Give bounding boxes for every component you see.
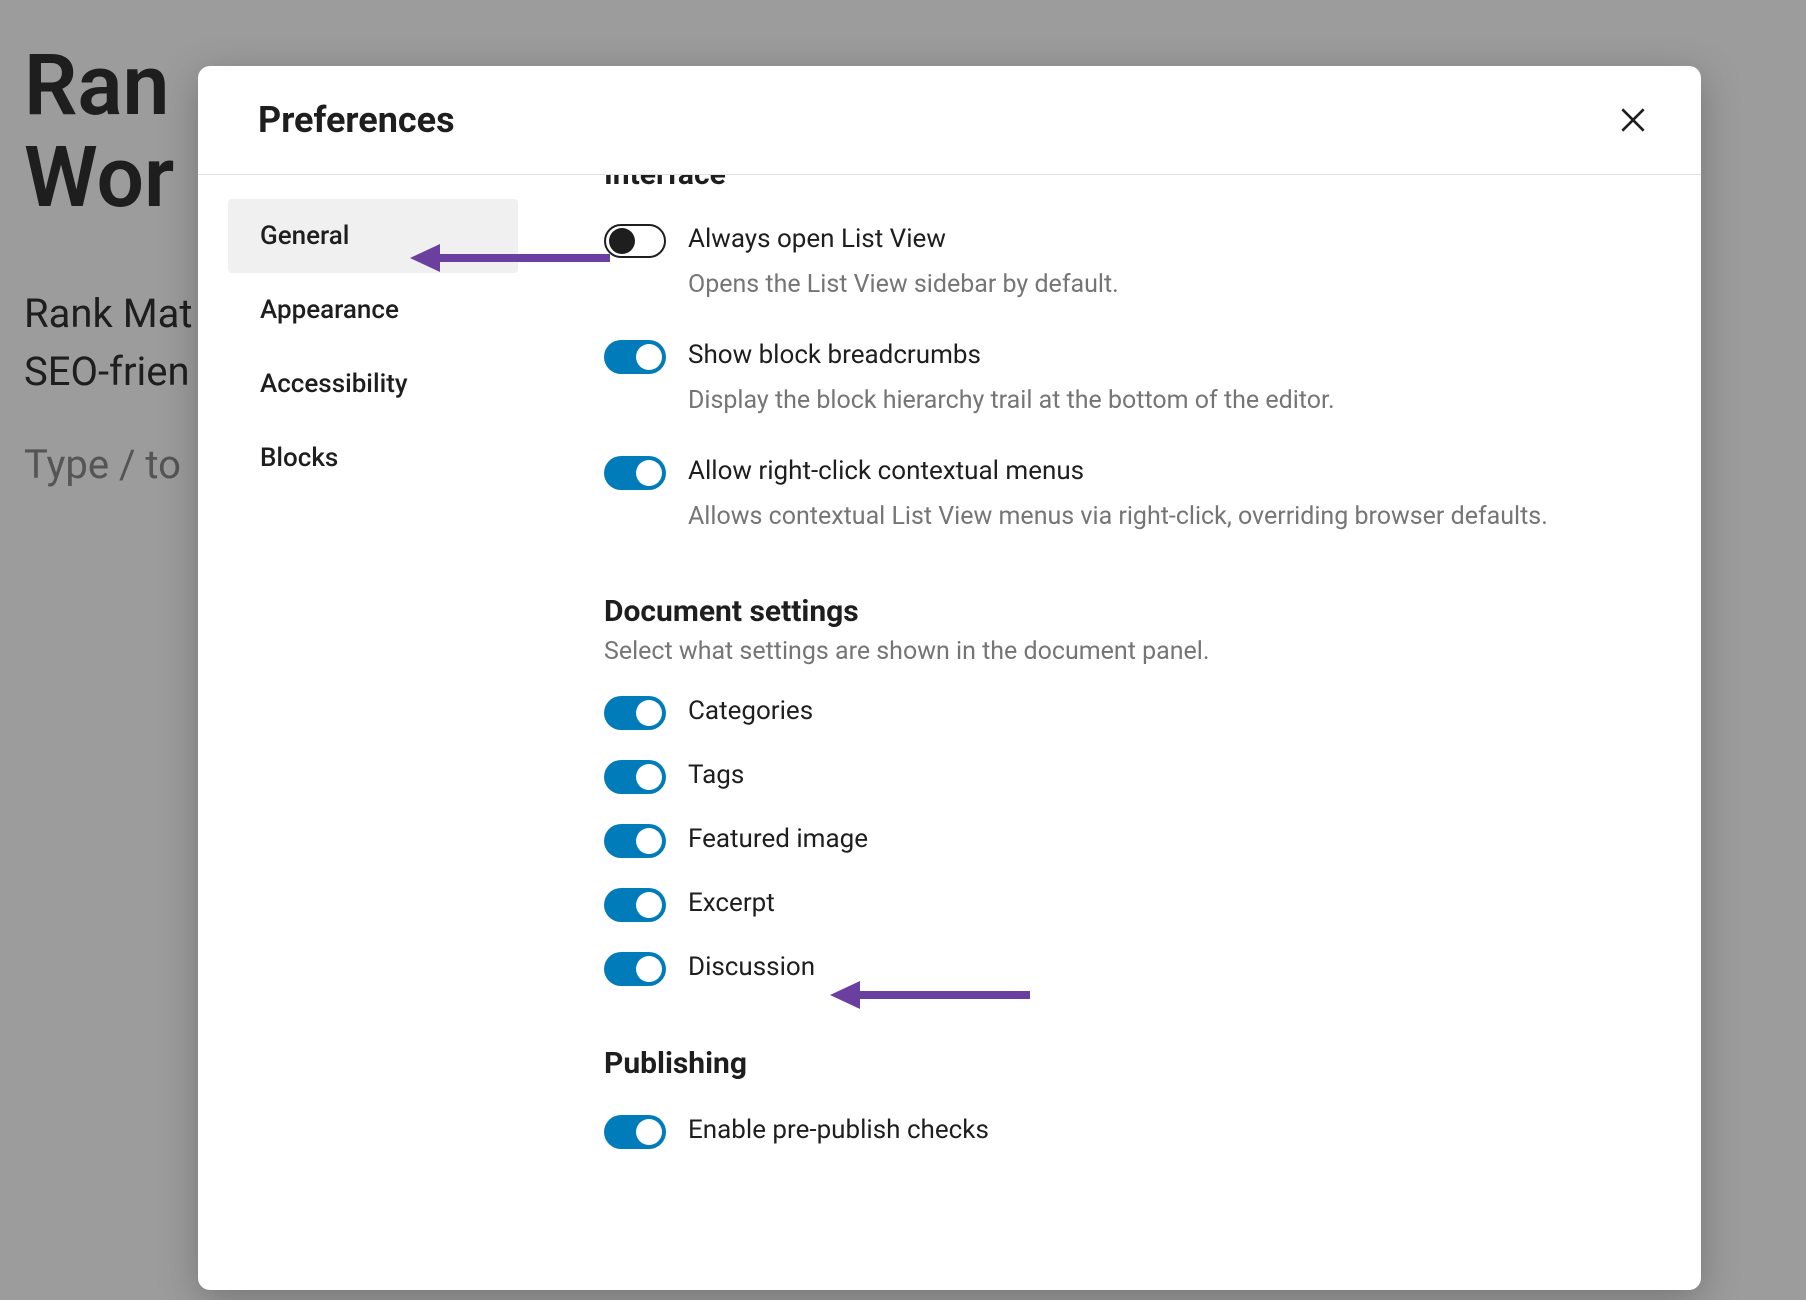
setting-label: Featured image — [688, 822, 1641, 857]
editor-background: Ran Wor Rank Mat SEO-frien Type / to — [0, 0, 216, 528]
setting-help: Allows contextual List View menus via ri… — [688, 499, 1641, 534]
toggle-categories[interactable] — [604, 696, 666, 730]
setting-help: Display the block hierarchy trail at the… — [688, 383, 1641, 418]
sidebar-item-label: Accessibility — [260, 369, 408, 399]
modal-header: Preferences — [198, 66, 1701, 175]
setting-label: Tags — [688, 758, 1641, 793]
toggle-prepublish-checks[interactable] — [604, 1115, 666, 1149]
setting-label: Enable pre-publish checks — [688, 1113, 1641, 1148]
sidebar-item-label: General — [260, 221, 349, 251]
toggle-featured-image[interactable] — [604, 824, 666, 858]
sidebar-item-accessibility[interactable]: Accessibility — [228, 347, 518, 421]
toggle-discussion[interactable] — [604, 952, 666, 986]
setting-excerpt: Excerpt — [604, 886, 1641, 922]
section-heading-interface: Interface — [604, 175, 1641, 192]
toggle-tags[interactable] — [604, 760, 666, 794]
preferences-sidebar: General Appearance Accessibility Blocks — [198, 175, 518, 1290]
section-heading-publishing: Publishing — [604, 1046, 1641, 1081]
setting-categories: Categories — [604, 694, 1641, 730]
bg-para-line2: SEO-frien — [24, 348, 190, 395]
setting-label: Categories — [688, 694, 1641, 729]
sidebar-item-appearance[interactable]: Appearance — [228, 273, 518, 347]
close-icon — [1617, 104, 1649, 136]
bg-placeholder: Type / to — [24, 441, 192, 488]
setting-tags: Tags — [604, 758, 1641, 794]
toggle-excerpt[interactable] — [604, 888, 666, 922]
setting-label: Excerpt — [688, 886, 1641, 921]
toggle-show-block-breadcrumbs[interactable] — [604, 340, 666, 374]
setting-show-block-breadcrumbs: Show block breadcrumbs Display the block… — [604, 338, 1641, 418]
sidebar-item-blocks[interactable]: Blocks — [228, 421, 518, 495]
modal-title: Preferences — [258, 99, 455, 141]
setting-discussion: Discussion — [604, 950, 1641, 986]
setting-allow-right-click: Allow right-click contextual menus Allow… — [604, 454, 1641, 534]
bg-title-line1: Ran — [24, 36, 169, 135]
setting-help: Opens the List View sidebar by default. — [688, 267, 1641, 302]
sidebar-item-general[interactable]: General — [228, 199, 518, 273]
sidebar-item-label: Blocks — [260, 443, 338, 473]
bg-title-line2: Wor — [24, 128, 174, 227]
setting-prepublish-checks: Enable pre-publish checks — [604, 1113, 1641, 1149]
preferences-content: Interface Always open List View Opens th… — [518, 175, 1701, 1290]
preferences-modal: Preferences General Appearance Accessibi… — [198, 66, 1701, 1290]
section-heading-document: Document settings — [604, 594, 1641, 629]
toggle-always-open-list-view[interactable] — [604, 224, 666, 258]
modal-body: General Appearance Accessibility Blocks … — [198, 175, 1701, 1290]
setting-label: Show block breadcrumbs — [688, 338, 1641, 373]
setting-always-open-list-view: Always open List View Opens the List Vie… — [604, 222, 1641, 302]
section-desc-document: Select what settings are shown in the do… — [604, 637, 1641, 666]
setting-label: Allow right-click contextual menus — [688, 454, 1641, 489]
setting-label: Discussion — [688, 950, 1641, 985]
setting-label: Always open List View — [688, 222, 1641, 257]
close-button[interactable] — [1609, 96, 1657, 144]
sidebar-item-label: Appearance — [260, 295, 399, 325]
bg-para-line1: Rank Mat — [24, 290, 192, 337]
setting-featured-image: Featured image — [604, 822, 1641, 858]
toggle-allow-right-click[interactable] — [604, 456, 666, 490]
